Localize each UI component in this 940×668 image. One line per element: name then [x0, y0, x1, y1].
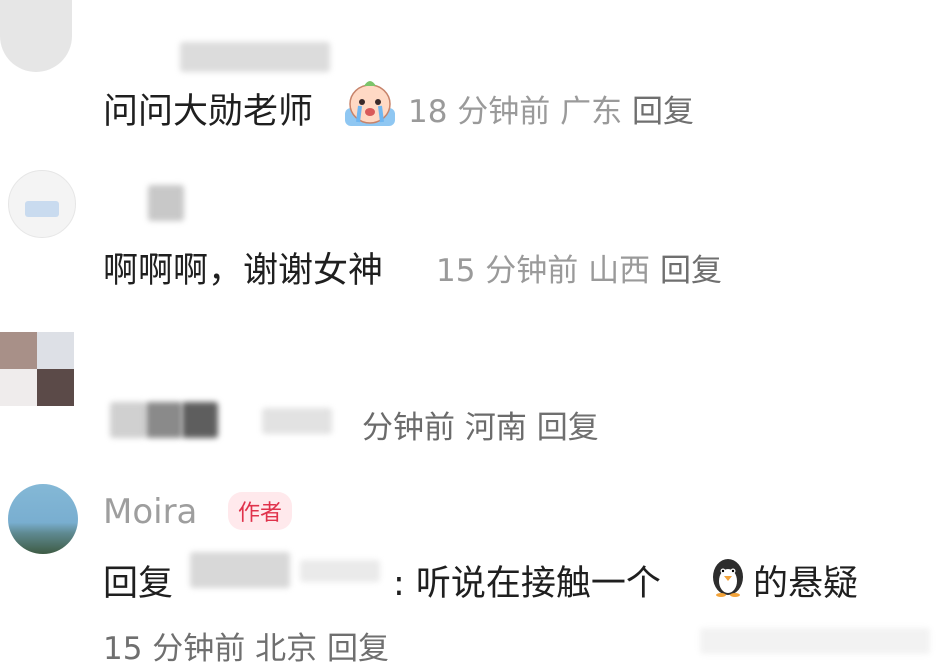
comment-text: 问问大勋老师 [103, 83, 313, 134]
mention-redacted [190, 552, 290, 588]
avatar[interactable] [0, 332, 74, 406]
timestamp: 分钟前 [362, 410, 455, 446]
watermark [700, 628, 930, 654]
avatar[interactable] [8, 170, 76, 238]
avatar[interactable] [0, 0, 72, 72]
comment-text: 回复 [103, 555, 173, 606]
comment-body: 问问大勋老师 [103, 92, 314, 132]
reply-prefix: 回复 [103, 564, 174, 604]
username-redacted [148, 185, 184, 221]
reply-button[interactable]: 回复 [632, 94, 694, 130]
location: 山西 [588, 253, 651, 289]
reply-button[interactable]: 回复 [660, 253, 722, 289]
timestamp: 18 分钟前 [408, 94, 551, 130]
penguin-icon [706, 553, 750, 597]
comment-body: : 听说在接触一个 [393, 555, 661, 606]
username-redacted [180, 42, 330, 72]
comment-text: 啊啊啊，谢谢女神 [103, 242, 383, 293]
author-badge-label: 作者 [238, 501, 283, 526]
content-redacted [146, 402, 182, 438]
reply-button[interactable]: 回复 [537, 410, 599, 446]
location: 河南 [464, 410, 527, 446]
content-redacted [182, 402, 218, 438]
mention-redacted [300, 560, 380, 582]
location: 广东 [560, 94, 623, 130]
comment-meta: 15 分钟前 北京 回复 [103, 623, 389, 668]
avatar[interactable] [8, 484, 78, 554]
username-text: Moira [103, 492, 198, 532]
location: 北京 [255, 631, 318, 667]
comment-body-suffix: 的悬疑 [753, 555, 858, 606]
username[interactable]: Moira [103, 492, 197, 532]
content-redacted [262, 408, 332, 434]
comment-body-text: : 听说在接触一个 [393, 564, 661, 604]
author-badge: 作者 [228, 492, 293, 530]
content-redacted [110, 402, 146, 438]
comment-meta: 18 分钟前 广东 回复 [408, 86, 694, 131]
comment-body: 啊啊啊，谢谢女神 [103, 251, 384, 291]
comment-meta: 分钟前 河南 回复 [362, 402, 599, 447]
timestamp: 15 分钟前 [436, 253, 579, 289]
timestamp: 15 分钟前 [103, 631, 246, 667]
reply-button[interactable]: 回复 [327, 631, 389, 667]
comment-body-suffix-text: 的悬疑 [753, 564, 859, 604]
crying-bunny-sticker-icon [342, 78, 398, 130]
comment-meta: 15 分钟前 山西 回复 [436, 245, 722, 290]
